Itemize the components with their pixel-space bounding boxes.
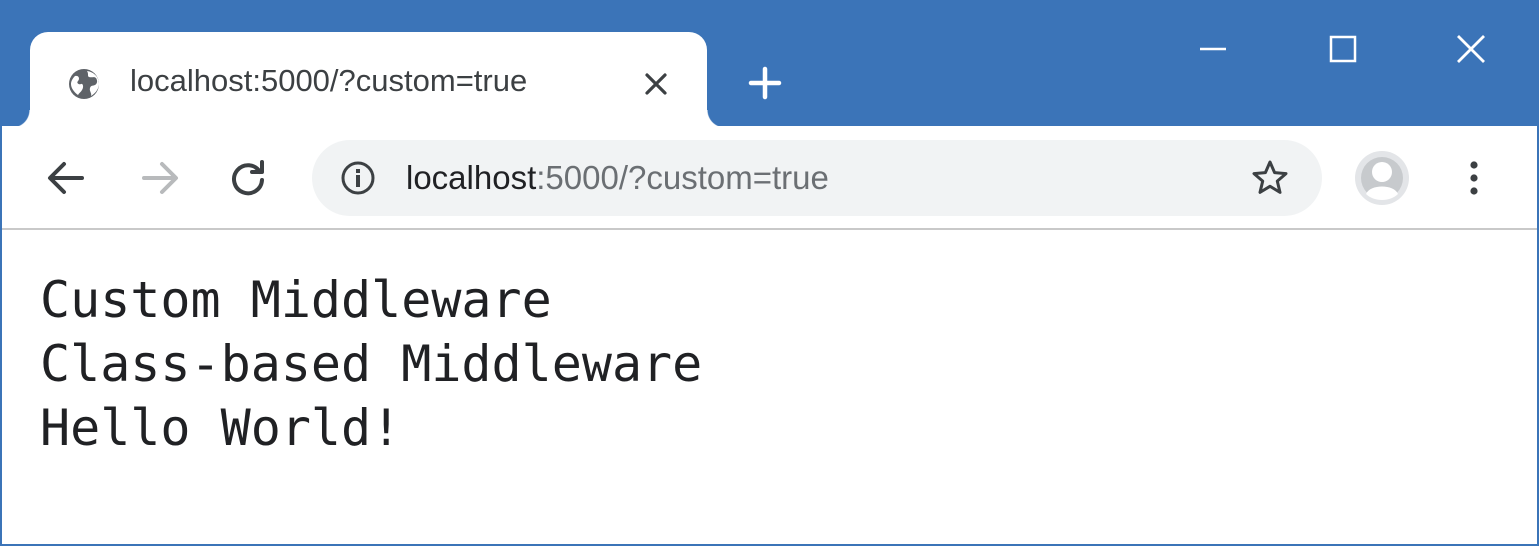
new-tab-plus-icon[interactable] xyxy=(742,60,788,106)
window-close-icon[interactable] xyxy=(1436,24,1506,74)
url-host: localhost xyxy=(406,159,537,196)
page-content: Custom Middleware Class-based Middleware… xyxy=(2,230,1537,544)
tab-strip: localhost:5000/?custom=true xyxy=(2,2,1537,128)
reload-icon[interactable] xyxy=(224,154,272,202)
back-arrow-icon[interactable] xyxy=(42,154,90,202)
tab-close-icon[interactable] xyxy=(638,66,674,102)
output-line: Hello World! xyxy=(40,399,402,457)
address-bar[interactable]: localhost:5000/?custom=true xyxy=(312,140,1322,216)
star-icon[interactable] xyxy=(1250,158,1290,198)
maximize-icon[interactable] xyxy=(1308,24,1378,74)
tab-title: localhost:5000/?custom=true xyxy=(130,63,528,98)
browser-window: localhost:5000/?custom=true localhost:50… xyxy=(0,0,1539,546)
browser-toolbar: localhost:5000/?custom=true xyxy=(2,126,1537,230)
minimize-icon[interactable] xyxy=(1178,24,1248,74)
avatar-icon[interactable] xyxy=(1354,150,1410,206)
forward-arrow-icon[interactable] xyxy=(136,154,184,202)
active-tab[interactable]: localhost:5000/?custom=true xyxy=(12,32,725,128)
kebab-menu-icon[interactable] xyxy=(1454,154,1494,202)
url-path: :5000/?custom=true xyxy=(536,159,829,196)
address-url[interactable]: localhost:5000/?custom=true xyxy=(406,159,829,197)
globe-icon xyxy=(66,66,102,102)
output-line: Class-based Middleware xyxy=(40,335,703,393)
info-icon[interactable] xyxy=(340,160,376,196)
output-line: Custom Middleware xyxy=(40,271,552,329)
